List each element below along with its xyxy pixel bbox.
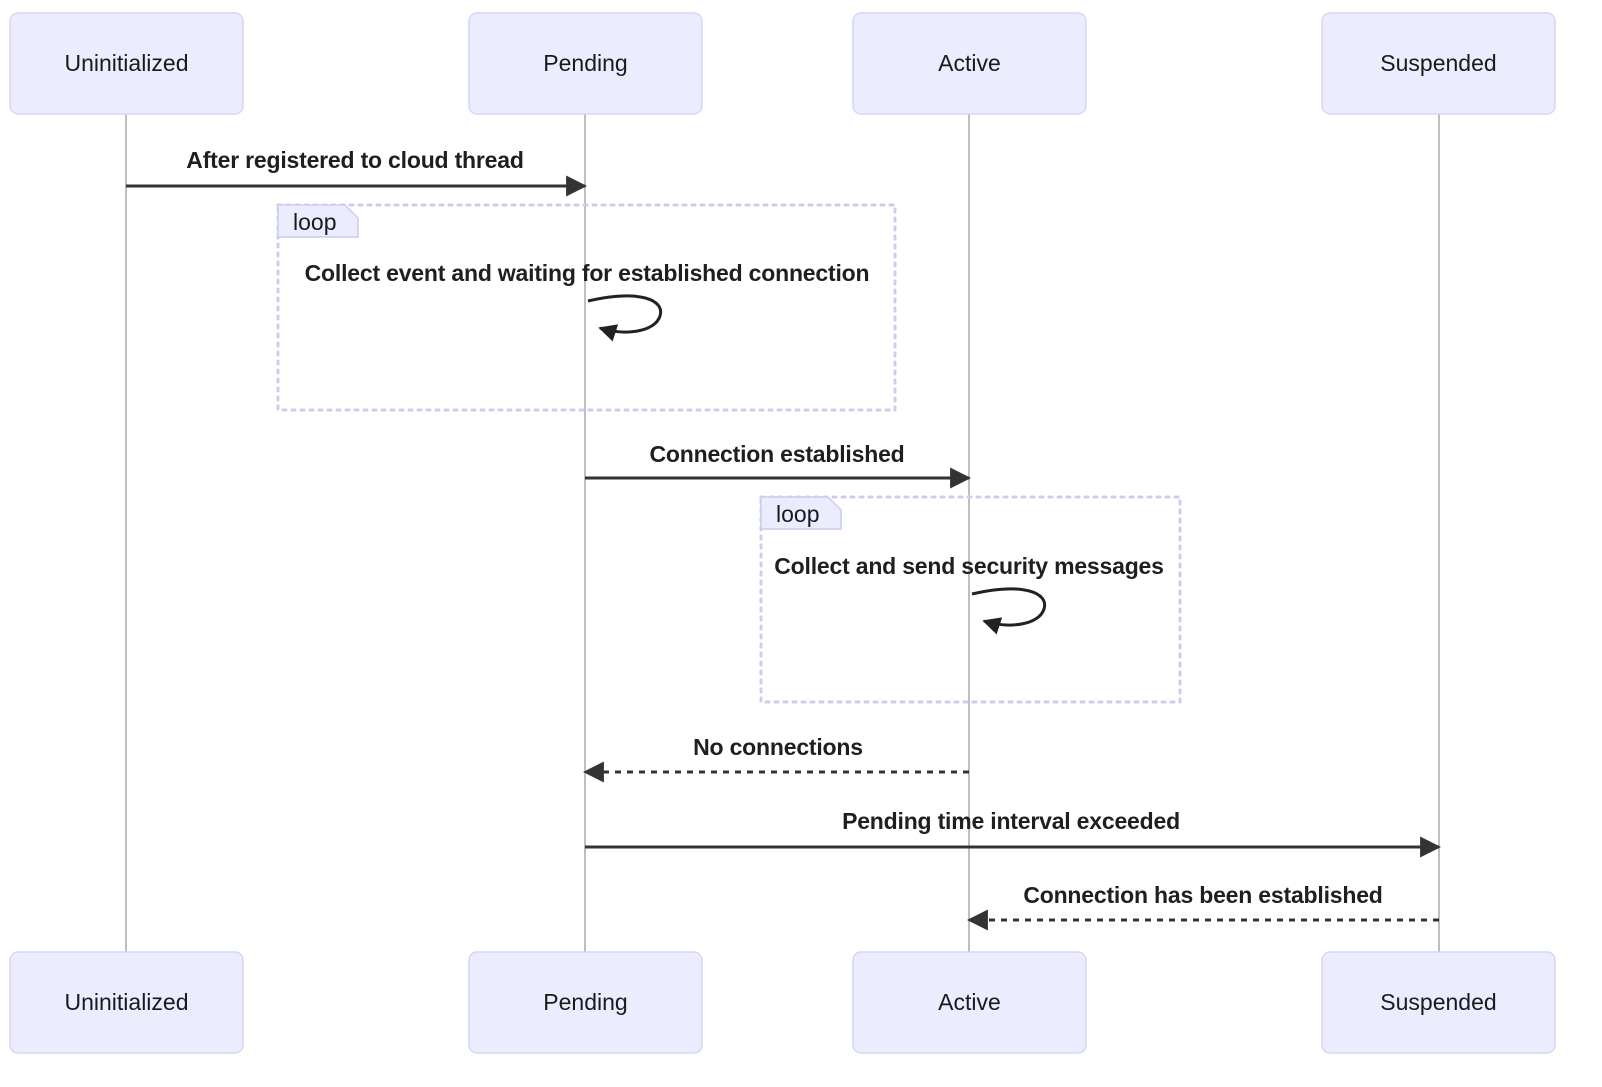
loop-note-2: Collect and send security messages: [774, 553, 1163, 579]
participant-label-pending-top: Pending: [543, 50, 627, 76]
loop-note-1: Collect event and waiting for establishe…: [305, 260, 870, 286]
participant-box-active-top[interactable]: Active: [852, 12, 1087, 115]
message-no-connections[interactable]: No connections: [582, 734, 969, 783]
loop-fragment-2[interactable]: loop Collect and send security messages: [759, 495, 1182, 704]
participant-label-uninitialized-bottom: Uninitialized: [64, 989, 188, 1015]
self-message-loop-1: [587, 294, 663, 342]
loop-box-1: [276, 203, 897, 412]
participant-label-active-bottom: Active: [938, 989, 1001, 1015]
participant-box-uninitialized-bottom[interactable]: Uninitialized: [9, 951, 244, 1054]
participant-box-uninitialized-top[interactable]: Uninitialized: [9, 12, 244, 115]
message-pending-time-interval-exceeded[interactable]: Pending time interval exceeded: [585, 808, 1442, 858]
participant-box-suspended-bottom[interactable]: Suspended: [1321, 951, 1556, 1054]
message-label-m3: No connections: [693, 734, 863, 760]
participant-box-active-bottom[interactable]: Active: [852, 951, 1087, 1054]
participant-boxes-top: Uninitialized Pending Active Suspended: [9, 12, 1556, 115]
message-label-m2: Connection established: [649, 441, 904, 467]
loop-tab-label-2: loop: [776, 501, 819, 527]
self-message-loop-2: [971, 587, 1047, 635]
participant-label-pending-bottom: Pending: [543, 989, 627, 1015]
message-connection-established[interactable]: Connection established: [585, 441, 972, 489]
message-label-m5: Connection has been established: [1023, 882, 1382, 908]
message-connection-has-been-established[interactable]: Connection has been established: [966, 882, 1439, 931]
message-label-m1: After registered to cloud thread: [186, 147, 523, 173]
participant-boxes-bottom: Uninitialized Pending Active Suspended: [9, 951, 1556, 1054]
participant-label-uninitialized-top: Uninitialized: [64, 50, 188, 76]
sequence-diagram-canvas: Uninitialized Pending Active Suspended A…: [0, 0, 1602, 1087]
participant-box-pending-bottom[interactable]: Pending: [468, 951, 703, 1054]
message-label-m4: Pending time interval exceeded: [842, 808, 1180, 834]
participant-label-suspended-bottom: Suspended: [1380, 989, 1496, 1015]
lifelines-group: [125, 114, 1440, 953]
message-after-registered-to-cloud-thread[interactable]: After registered to cloud thread: [126, 147, 588, 197]
loop-fragment-1[interactable]: loop Collect event and waiting for estab…: [276, 203, 897, 412]
sequence-diagram-svg: Uninitialized Pending Active Suspended A…: [9, 12, 1556, 1054]
participant-box-pending-top[interactable]: Pending: [468, 12, 703, 115]
participant-label-active-top: Active: [938, 50, 1001, 76]
participant-label-suspended-top: Suspended: [1380, 50, 1496, 76]
loop-tab-label-1: loop: [293, 209, 336, 235]
participant-box-suspended-top[interactable]: Suspended: [1321, 12, 1556, 115]
